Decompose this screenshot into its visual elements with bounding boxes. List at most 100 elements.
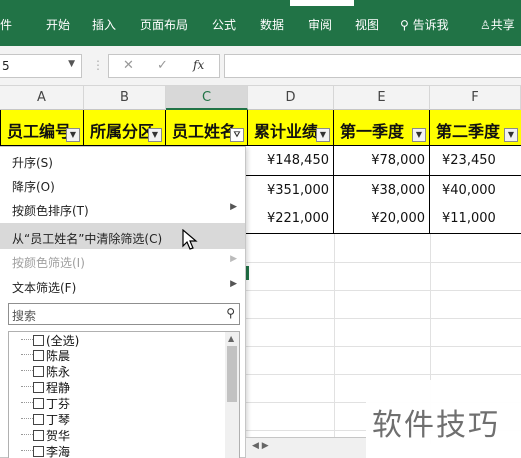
menu-label: 按颜色排序(T) [12, 204, 89, 218]
checkbox[interactable] [33, 366, 44, 377]
tab-review[interactable]: 审阅 [308, 16, 332, 33]
list-item[interactable]: 丁芬 [21, 395, 70, 411]
menu-clear-filter[interactable]: 从“员工姓名”中清除筛选(C) [0, 223, 245, 249]
header-cell-total-sales[interactable]: 累计业绩 ▼ [248, 110, 334, 146]
column-header-e[interactable]: E [334, 86, 430, 110]
menu-text-filters[interactable]: 文本筛选(F) ▶ [0, 272, 245, 298]
cancel-icon[interactable]: ✕ [123, 58, 134, 73]
filter-dropdown-button[interactable]: ▼ [316, 128, 330, 142]
checkbox[interactable] [33, 398, 44, 409]
watermark-text: 软件技巧 [372, 408, 500, 443]
chevron-right-icon: ▶ [230, 202, 237, 212]
tab-data[interactable]: 数据 [260, 16, 284, 33]
search-placeholder: 搜索 [12, 309, 37, 323]
chevron-down-icon[interactable]: ▼ [68, 59, 75, 69]
filter-search-input[interactable]: 搜索 ⚲ [8, 303, 240, 325]
filter-value-list: (全选) 陈晨 陈永 程静 丁芬 丁琴 贺华 李海 ▲ [8, 331, 240, 458]
list-scrollbar[interactable]: ▲ [225, 332, 239, 458]
ribbon-highlight [290, 0, 354, 6]
formula-buttons: ✕ ✓ fx [108, 54, 220, 78]
scroll-up-icon[interactable]: ▲ [228, 334, 234, 343]
header-cell-region[interactable]: 所属分区 ▼ [84, 110, 166, 146]
list-item-label: 丁芬 [46, 397, 71, 411]
cell-total-sales[interactable]: ¥221,000 [246, 204, 334, 234]
tell-me-label: 告诉我 [412, 18, 449, 32]
column-header-c[interactable]: C [166, 86, 248, 110]
cell-q1[interactable]: ¥38,000 [334, 176, 430, 206]
share-label: 共享 [490, 18, 515, 32]
list-item[interactable]: 程静 [21, 379, 70, 395]
header-cell-employee-id[interactable]: 员工编号 ▼ [0, 110, 84, 146]
column-header-d[interactable]: D [248, 86, 334, 110]
checkbox[interactable] [33, 446, 44, 457]
name-box[interactable]: 5 ▼ [0, 54, 82, 78]
filter-dropdown-button[interactable]: ▼ [66, 128, 80, 142]
tab-view[interactable]: 视图 [355, 16, 379, 33]
cell-q2[interactable]: ¥40,000 [430, 176, 521, 206]
checkbox[interactable] [33, 430, 44, 441]
filter-dropdown-button[interactable]: ▼ [504, 128, 518, 142]
menu-sort-descending[interactable]: 降序(O) [0, 171, 245, 197]
column-header-f[interactable]: F [430, 86, 521, 110]
header-cell-q1[interactable]: 第一季度 ▼ [334, 110, 430, 146]
grid-line [246, 290, 521, 291]
column-header-b[interactable]: B [84, 86, 166, 110]
ribbon-bar: 文件 开始 插入 页面布局 公式 数据 审阅 视图 ⚲ 告诉我 ♙共享 [0, 0, 521, 46]
grid-line [246, 318, 521, 319]
list-item[interactable]: (全选) [21, 332, 79, 348]
cell-q2[interactable]: ¥23,450 [430, 146, 521, 176]
chevron-right-icon: ▶ [230, 254, 237, 264]
menu-label: 按颜色筛选(I) [12, 256, 85, 270]
formula-input[interactable] [224, 54, 521, 78]
share-button[interactable]: ♙共享 [480, 16, 515, 33]
tab-file[interactable]: 文件 [0, 16, 12, 33]
list-item-label: 陈永 [46, 365, 71, 379]
list-item[interactable]: 丁琴 [21, 411, 70, 427]
checkbox[interactable] [33, 335, 44, 346]
cell-q1[interactable]: ¥78,000 [334, 146, 430, 176]
filter-dropdown-button[interactable]: ▼ [148, 128, 162, 142]
checkbox[interactable] [33, 382, 44, 393]
filter-dropdown-button[interactable]: ▼ [412, 128, 426, 142]
header-label: 员工编号 [7, 122, 72, 141]
header-cell-employee-name[interactable]: 员工姓名 ⛛ [166, 110, 248, 146]
tell-me-search[interactable]: ⚲ 告诉我 [400, 16, 449, 33]
list-item[interactable]: 贺华 [21, 427, 70, 443]
insert-function-button[interactable]: fx [193, 58, 204, 72]
scrollbar-thumb[interactable] [227, 346, 237, 402]
filter-menu: 升序(S) 降序(O) 按颜色排序(T) ▶ 从“员工姓名”中清除筛选(C) 按… [0, 146, 246, 458]
checkbox[interactable] [33, 350, 44, 361]
mouse-pointer-icon [182, 229, 198, 250]
cell-total-sales[interactable]: ¥148,450 [246, 146, 334, 176]
checkbox[interactable] [33, 414, 44, 425]
header-cell-q2[interactable]: 第二季度 ▼ [430, 110, 521, 146]
menu-sort-by-color[interactable]: 按颜色排序(T) ▶ [0, 195, 245, 221]
tab-home[interactable]: 开始 [46, 16, 70, 33]
tab-insert[interactable]: 插入 [92, 16, 116, 33]
tab-page-layout[interactable]: 页面布局 [140, 16, 188, 33]
grid-line [246, 346, 521, 347]
header-label: 第一季度 [340, 122, 405, 141]
header-label: 所属分区 [90, 122, 155, 141]
filter-active-icon[interactable]: ⛛ [230, 128, 244, 142]
list-item-label: 丁琴 [46, 413, 71, 427]
grid-line [246, 374, 521, 375]
menu-label: 文本筛选(F) [12, 281, 77, 295]
cell-q2[interactable]: ¥11,000 [430, 204, 521, 234]
list-item[interactable]: 陈永 [21, 363, 70, 379]
list-item[interactable]: 李海 [21, 443, 70, 458]
cell-total-sales[interactable]: ¥351,000 [246, 176, 334, 206]
list-item[interactable]: 陈晨 [21, 347, 70, 363]
watermark: 软件技巧 [366, 380, 521, 458]
column-header-a[interactable]: A [0, 86, 84, 110]
cell-q1[interactable]: ¥20,000 [334, 204, 430, 234]
search-icon[interactable]: ⚲ [226, 306, 235, 320]
formula-bar: 5 ▼ ⋮ ✕ ✓ fx [0, 46, 521, 86]
chevron-right-icon: ▶ [230, 279, 237, 289]
cell-selection-border [246, 266, 249, 280]
menu-sort-ascending[interactable]: 升序(S) [0, 147, 245, 173]
sheet-nav-icon[interactable]: ◀ ▶ [252, 441, 269, 451]
tab-formulas[interactable]: 公式 [212, 16, 236, 33]
header-label: 累计业绩 [254, 122, 319, 141]
enter-icon[interactable]: ✓ [157, 58, 168, 73]
